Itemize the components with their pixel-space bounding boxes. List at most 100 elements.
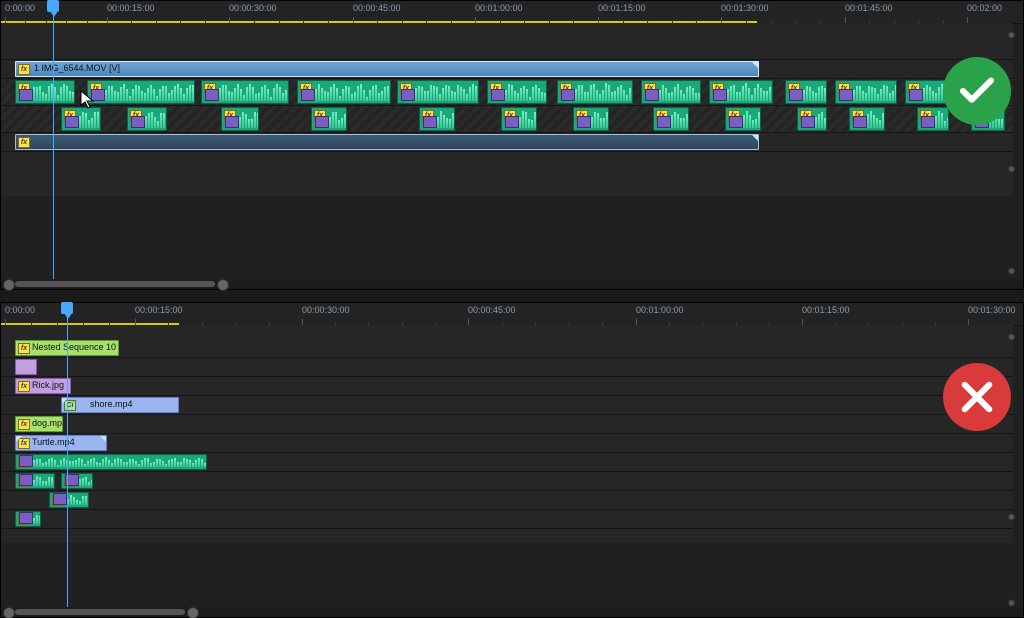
track-handle-icon[interactable]: [1008, 32, 1015, 39]
ruler-top[interactable]: 0:00:0000:00:15:0000:00:30:0000:00:45:00…: [1, 1, 1023, 24]
track-handle-icon[interactable]: [1008, 268, 1015, 275]
clip-label: shore.mp4: [90, 399, 133, 409]
video-track-0[interactable]: fx Turtle.mp4: [1, 434, 1013, 453]
audio-clip[interactable]: fx: [15, 454, 207, 470]
tracks-bottom[interactable]: fx Nested Sequence 10 fx Rick.jpg Ci sho…: [1, 325, 1013, 605]
audio-track-1[interactable]: fxfxfxfxfxfxfxfxfxfxfxfxfx: [1, 79, 1013, 106]
audio-track-2[interactable]: fx: [1, 133, 1013, 152]
scroll-handle-left-icon[interactable]: [3, 279, 15, 291]
audio-clip[interactable]: fx: [725, 107, 761, 131]
fx-badge-icon: fx: [300, 83, 312, 94]
clip-label: Nested Sequence 10: [32, 342, 116, 352]
audio-clip[interactable]: fx: [797, 107, 827, 131]
video-track-1[interactable]: fx 1 IMG_6544.MOV [V]: [1, 60, 1013, 79]
audio-clip[interactable]: fx: [573, 107, 609, 131]
audio-clip[interactable]: fx: [653, 107, 689, 131]
approved-badge-icon: [943, 57, 1011, 125]
fx-badge-icon: fx: [908, 83, 920, 94]
track-handle-icon[interactable]: [1008, 600, 1015, 607]
h-scrollbar[interactable]: [1, 607, 1023, 617]
video-track-2b[interactable]: Ci shore.mp4: [1, 396, 1013, 415]
audio-clip[interactable]: fx: [311, 107, 347, 131]
playhead[interactable]: [67, 303, 68, 607]
audio-clip[interactable]: fx: [501, 107, 537, 131]
audio-clip[interactable]: fx: [297, 80, 391, 104]
audio-clip[interactable]: fx: [49, 492, 89, 508]
track-handle-icon[interactable]: [1008, 514, 1015, 521]
timecode-label: 00:01:15:00: [598, 3, 646, 13]
fx-badge-icon: fx: [18, 343, 30, 354]
timecode-label: 00:00:15:00: [135, 305, 183, 315]
fx-badge-icon: fx: [314, 110, 326, 121]
fx-badge-icon: fx: [576, 110, 588, 121]
audio-clip[interactable]: fx: [127, 107, 167, 131]
fx-badge-icon: fx: [422, 110, 434, 121]
clip-label: 1 IMG_6544.MOV [V]: [34, 63, 120, 73]
clip-label: Turtle.mp4: [32, 437, 75, 447]
audio-track-a3[interactable]: fx: [1, 491, 1013, 510]
timeline-top[interactable]: 0:00:0000:00:15:0000:00:30:0000:00:45:00…: [0, 0, 1024, 290]
audio-clip[interactable]: fx: [835, 80, 897, 104]
audio-track-a2[interactable]: fxfx: [1, 472, 1013, 491]
scroll-handle-left-icon[interactable]: [3, 607, 15, 618]
fx-badge-icon: fx: [130, 110, 142, 121]
audio-clip[interactable]: fx: [487, 80, 547, 104]
fx-badge-icon: fx: [852, 110, 864, 121]
audio-clip[interactable]: fx: [61, 107, 101, 131]
audio-clip[interactable]: fx: [419, 107, 455, 131]
fx-badge-icon: fx: [712, 83, 724, 94]
fx-badge-icon: fx: [490, 83, 502, 94]
fx-badge-icon: fx: [18, 83, 30, 94]
timecode-label: 00:01:15:00: [802, 305, 850, 315]
fx-badge-icon: fx: [52, 495, 64, 506]
playhead[interactable]: [53, 1, 54, 279]
track-handle-icon[interactable]: [1008, 334, 1015, 341]
video-track-3[interactable]: fx Rick.jpg: [1, 377, 1013, 396]
scroll-thumb[interactable]: [15, 281, 215, 287]
ruler-bottom[interactable]: 0:00:0000:00:15:0000:00:30:0000:00:45:00…: [1, 303, 1023, 326]
audio-clip[interactable]: fx: [15, 80, 75, 104]
track-spacer: [1, 174, 1013, 196]
audio-clip[interactable]: fx: [641, 80, 701, 104]
audio-clip[interactable]: fx: [917, 107, 949, 131]
track-spacer: [1, 325, 1013, 339]
fx-badge-icon: fx: [18, 514, 30, 525]
audio-clip[interactable]: fx: [87, 80, 195, 104]
audio-clip[interactable]: fx: [15, 473, 55, 489]
timecode-label: 00:01:30:00: [721, 3, 769, 13]
audio-clip[interactable]: fx: [15, 511, 41, 527]
scroll-handle-right-icon[interactable]: [217, 279, 229, 291]
audio-track-a4[interactable]: fx: [1, 510, 1013, 529]
fx-badge-icon: fx: [18, 137, 30, 148]
h-scrollbar[interactable]: [1, 279, 1023, 289]
audio-clip-linked[interactable]: fx: [15, 134, 759, 150]
video-clip[interactable]: Ci shore.mp4: [61, 397, 179, 413]
audio-clip[interactable]: fx: [557, 80, 633, 104]
video-clip[interactable]: [15, 359, 37, 375]
video-clip[interactable]: fx Turtle.mp4: [15, 435, 107, 451]
video-track-1b[interactable]: fx dog.mp: [1, 415, 1013, 434]
audio-clip[interactable]: fx: [397, 80, 479, 104]
fx-badge-icon: fx: [400, 83, 412, 94]
video-track-2[interactable]: [1, 23, 1013, 60]
fx-badge-icon: fx: [560, 83, 572, 94]
audio-clip[interactable]: fx: [849, 107, 885, 131]
video-track-4[interactable]: [1, 358, 1013, 377]
audio-clip[interactable]: fx: [61, 473, 93, 489]
tracks-top[interactable]: fx 1 IMG_6544.MOV [V] fxfxfxfxfxfxfxfxfx…: [1, 23, 1013, 277]
audio-clip[interactable]: fx: [221, 107, 259, 131]
scroll-thumb[interactable]: [15, 609, 185, 615]
audio-track-a1[interactable]: fx: [1, 453, 1013, 472]
audio-clip[interactable]: fx: [201, 80, 289, 104]
audio-track-1b[interactable]: fxfxfxfxfxfxfxfxfxfxfxfxfx: [1, 106, 1013, 133]
video-clip[interactable]: fx 1 IMG_6544.MOV [V]: [15, 61, 759, 77]
audio-clip[interactable]: fx: [785, 80, 827, 104]
video-clip[interactable]: fx Rick.jpg: [15, 378, 71, 394]
track-handle-icon[interactable]: [1008, 166, 1015, 173]
audio-clip[interactable]: fx: [709, 80, 773, 104]
timeline-bottom[interactable]: 0:00:0000:00:15:0000:00:30:0000:00:45:00…: [0, 302, 1024, 618]
video-track-5[interactable]: fx Nested Sequence 10: [1, 339, 1013, 358]
video-clip[interactable]: fx dog.mp: [15, 416, 63, 432]
scroll-handle-right-icon[interactable]: [187, 607, 199, 618]
fx-badge-icon: fx: [656, 110, 668, 121]
